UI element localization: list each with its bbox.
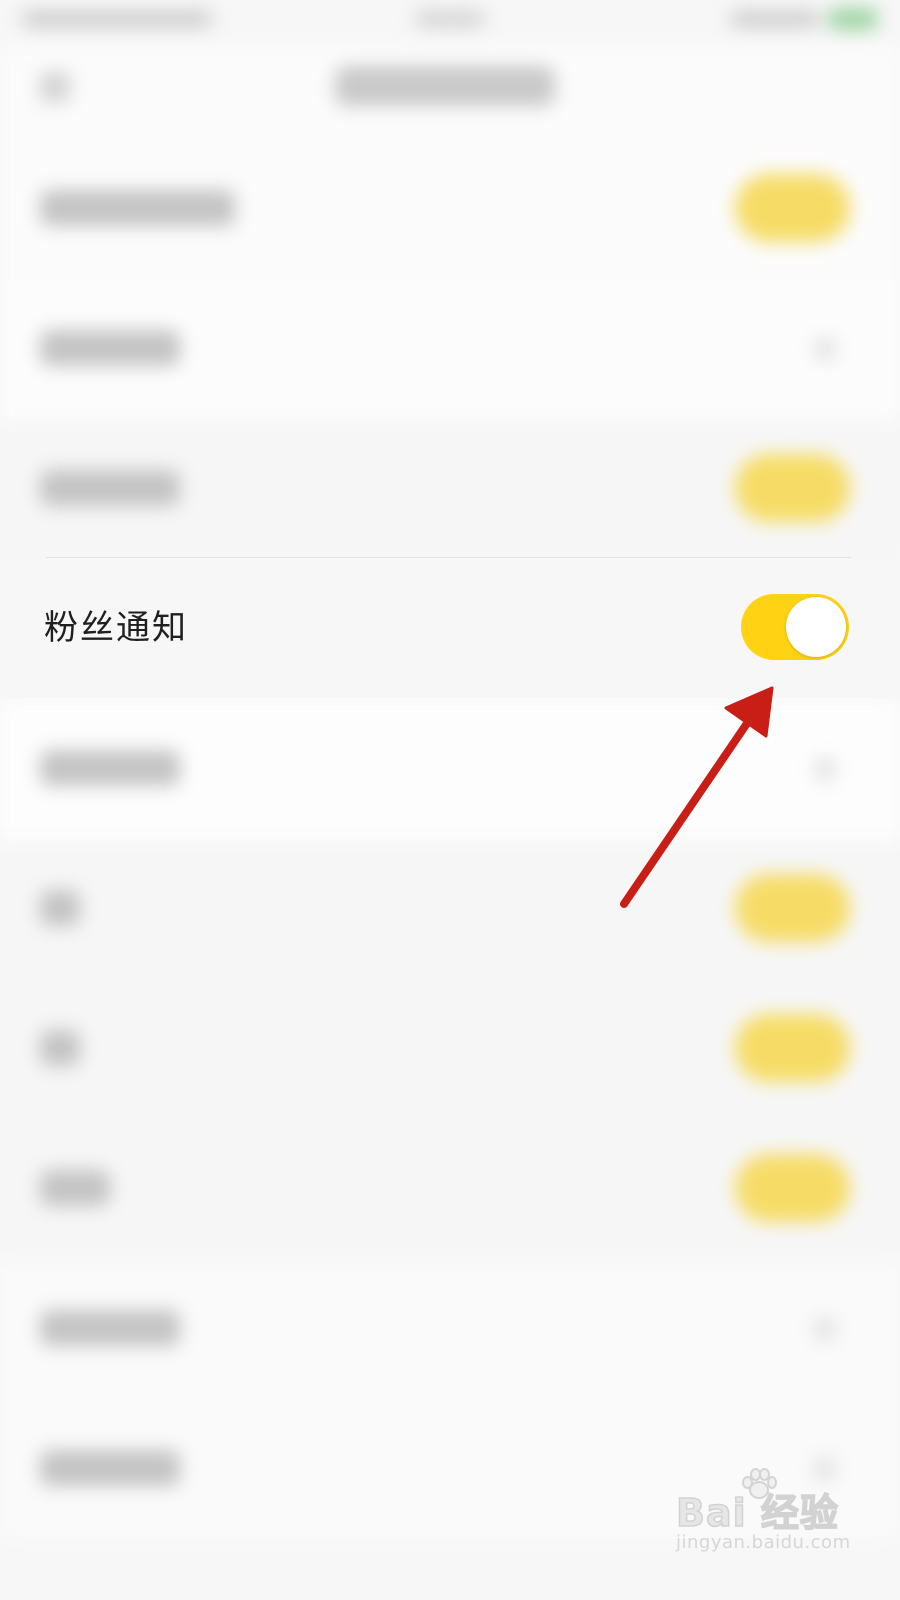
row-label xyxy=(40,1170,110,1206)
status-indicators xyxy=(730,10,820,28)
toggle-switch[interactable] xyxy=(735,874,850,942)
notification-row-3[interactable] xyxy=(0,420,900,560)
status-time xyxy=(415,10,485,28)
settings-screen: 粉丝通知 Bai 经验 jingyan.baidu.com xyxy=(0,0,900,1600)
watermark-url: jingyan.baidu.com xyxy=(676,1532,851,1553)
toggle-knob xyxy=(786,597,846,657)
notification-row-6[interactable] xyxy=(0,840,900,980)
notification-row-2[interactable] xyxy=(0,280,900,420)
fans-notification-toggle[interactable] xyxy=(741,594,849,660)
notification-row-5[interactable] xyxy=(0,700,900,840)
status-bar xyxy=(0,0,900,44)
chevron-right-icon xyxy=(815,758,835,780)
toggle-switch[interactable] xyxy=(735,1154,850,1222)
watermark-logo-text: Bai 经验 xyxy=(675,1490,839,1536)
toggle-switch[interactable] xyxy=(735,454,850,522)
row-label xyxy=(40,750,180,786)
notification-row-9[interactable] xyxy=(0,1260,900,1400)
battery-icon xyxy=(828,8,878,30)
notification-row-7[interactable] xyxy=(0,980,900,1120)
status-carrier xyxy=(22,10,212,28)
toggle-switch[interactable] xyxy=(735,1014,850,1082)
page-title xyxy=(335,66,555,106)
row-label xyxy=(40,1030,80,1066)
row-label xyxy=(40,890,80,926)
fans-notification-label: 粉丝通知 xyxy=(44,608,188,648)
row-label xyxy=(40,330,180,366)
baidu-jingyan-watermark: Bai 经验 jingyan.baidu.com xyxy=(672,1468,872,1578)
row-label xyxy=(40,1310,180,1346)
back-arrow-icon[interactable] xyxy=(40,72,70,102)
blurred-background xyxy=(0,0,900,1600)
chevron-right-icon xyxy=(815,1318,835,1340)
notification-row-1[interactable] xyxy=(0,140,900,280)
fans-notification-row[interactable]: 粉丝通知 xyxy=(0,558,900,698)
row-label xyxy=(40,1450,180,1486)
row-label xyxy=(40,470,180,506)
notification-row-8[interactable] xyxy=(0,1120,900,1260)
navigation-bar xyxy=(0,44,900,140)
chevron-right-icon xyxy=(815,338,835,360)
toggle-switch[interactable] xyxy=(735,174,850,242)
row-label xyxy=(40,190,235,226)
